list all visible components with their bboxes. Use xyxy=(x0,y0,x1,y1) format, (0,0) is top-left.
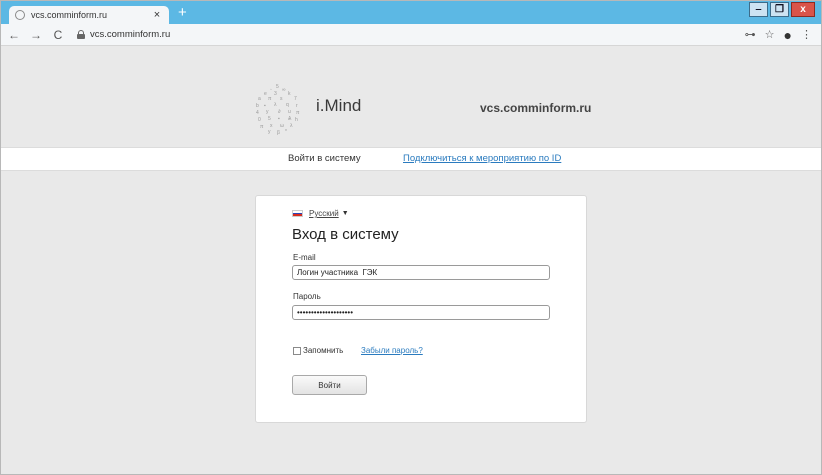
nav-join-event-link[interactable]: Подключиться к мероприятию по ID xyxy=(403,153,561,164)
browser-toolbar: ← → C vcs.comminform.ru ⊶ ☆ ● ⋮ xyxy=(1,24,821,46)
browser-window: vcs.comminform.ru × + ‒ ❐ x ← → C vcs.co… xyxy=(0,0,822,475)
tab-strip: vcs.comminform.ru × + ‒ ❐ x xyxy=(1,1,821,24)
lock-icon[interactable] xyxy=(77,30,85,39)
svg-text:u: u xyxy=(288,109,291,115)
logo-text: i.Mind xyxy=(316,96,362,115)
svg-text:7: 7 xyxy=(294,96,297,102)
maximize-button[interactable]: ❐ xyxy=(770,2,789,17)
svg-text:β: β xyxy=(277,130,280,136)
reload-icon[interactable]: C xyxy=(49,28,67,42)
account-icon[interactable]: ● xyxy=(784,27,792,43)
svg-text:a: a xyxy=(258,96,261,102)
svg-text:e: e xyxy=(264,91,267,97)
caret-down-icon: ▼ xyxy=(341,210,349,217)
svg-text:∂: ∂ xyxy=(278,109,281,115)
svg-text:k: k xyxy=(288,91,291,97)
email-field[interactable] xyxy=(292,265,550,280)
language-selector[interactable]: Русский ▼ xyxy=(292,209,349,218)
tab-title: vcs.comminform.ru xyxy=(31,10,108,20)
svg-text:r: r xyxy=(296,103,298,109)
svg-text:π: π xyxy=(268,96,272,102)
svg-text:s: s xyxy=(280,96,283,102)
svg-text:*: * xyxy=(285,129,287,135)
new-tab-button[interactable]: + xyxy=(178,4,187,22)
site-navbar: Войти в систему Подключиться к мероприят… xyxy=(1,147,821,171)
site-domain-heading: vcs.comminform.ru xyxy=(480,101,592,115)
svg-text:π: π xyxy=(260,124,264,130)
close-window-button[interactable]: x xyxy=(791,2,815,17)
svg-text:3: 3 xyxy=(274,91,277,97)
globe-icon xyxy=(15,10,25,20)
password-label: Пароль xyxy=(293,292,321,301)
forgot-password-link[interactable]: Забыли пароль? xyxy=(361,346,423,355)
svg-text:0: 0 xyxy=(258,117,261,123)
login-card: Русский ▼ Вход в систему E-mail Пароль З… xyxy=(255,195,587,423)
bookmark-star-icon[interactable]: ☆ xyxy=(765,28,775,41)
svg-text:b: b xyxy=(256,103,259,109)
svg-text:y: y xyxy=(268,129,271,135)
svg-text:Ѧ: Ѧ xyxy=(288,116,292,122)
svg-text:h: h xyxy=(295,117,298,123)
key-icon[interactable]: ⊶ xyxy=(745,28,756,41)
svg-text:λ: λ xyxy=(274,102,277,108)
password-field[interactable] xyxy=(292,305,550,320)
svg-text:y: y xyxy=(266,109,269,115)
browser-tab[interactable]: vcs.comminform.ru × xyxy=(9,6,169,24)
svg-text:4: 4 xyxy=(256,110,259,116)
login-button[interactable]: Войти xyxy=(292,375,367,395)
svg-text:◦: ◦ xyxy=(270,87,272,93)
logo-cube-icon: 5◦ ∞ e3k aπs7 b ▪ λ q r 4 y ∂ u π 0 5 ▪ Ѧh πxωλ y β * xyxy=(256,84,300,136)
svg-text:5: 5 xyxy=(268,116,271,122)
svg-text:q: q xyxy=(286,102,289,108)
menu-icon[interactable]: ⋮ xyxy=(801,28,812,41)
page-content: 5 ◦ ∞ e3k aπs7 b ▪ λ q r 4 y ∂ u π 0 5 ▪ Ѧh πxωλ y β * … xyxy=(1,46,821,474)
russia-flag-icon xyxy=(292,210,303,217)
login-title: Вход в систему xyxy=(292,226,399,243)
window-controls: ‒ ❐ x xyxy=(749,2,815,17)
svg-text:∞: ∞ xyxy=(282,87,286,93)
svg-text:π: π xyxy=(296,110,300,116)
remember-checkbox[interactable] xyxy=(293,347,301,355)
forward-icon[interactable]: → xyxy=(27,28,45,42)
language-label: Русский xyxy=(309,209,339,218)
svg-text:5: 5 xyxy=(276,84,279,90)
tab-close-icon[interactable]: × xyxy=(151,9,163,21)
back-icon[interactable]: ← xyxy=(5,28,23,42)
email-label: E-mail xyxy=(293,253,316,262)
svg-text:λ: λ xyxy=(290,123,293,129)
svg-text:▪: ▪ xyxy=(278,116,280,122)
nav-login-link[interactable]: Войти в систему xyxy=(288,153,361,164)
address-bar[interactable]: vcs.comminform.ru xyxy=(90,29,745,40)
svg-text:ω: ω xyxy=(280,123,284,129)
minimize-button[interactable]: ‒ xyxy=(749,2,768,17)
remember-label[interactable]: Запомнить xyxy=(303,346,343,355)
